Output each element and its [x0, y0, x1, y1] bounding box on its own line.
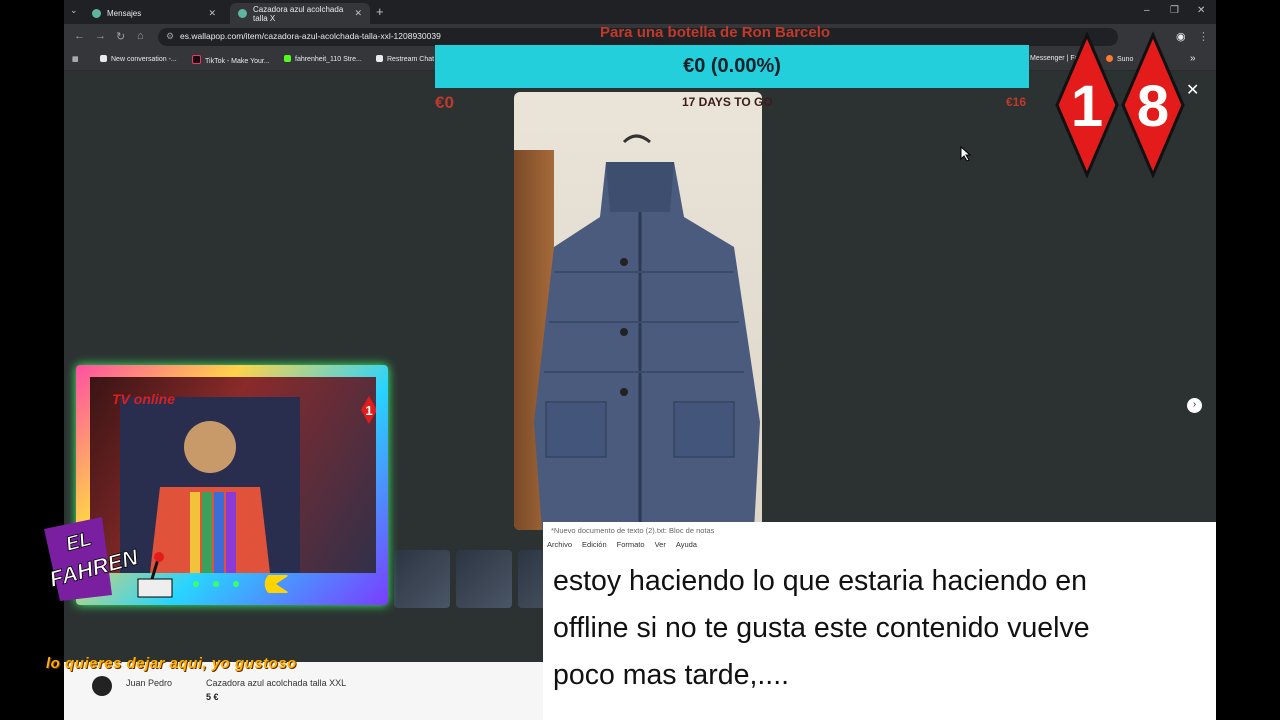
notepad-window: *Nuevo documento de texto (2).txt: Bloc … — [543, 522, 1216, 720]
product-photo — [514, 92, 762, 530]
menu-edicion[interactable]: Edición — [582, 540, 607, 554]
tab-search-icon[interactable]: ⌄ — [70, 5, 78, 16]
notepad-line: poco mas tarde,.... — [553, 659, 790, 691]
goal-days-left: 17 DAYS TO GO — [682, 95, 773, 109]
home-icon[interactable]: ⌂ — [137, 30, 144, 42]
age-18-badge: 1 8 — [1055, 31, 1185, 179]
pacman-strip — [193, 575, 288, 593]
bookmark-label: Restream Chat — [387, 56, 435, 63]
el-fahren-logo: EL FAHREN — [44, 517, 173, 601]
footer-overlay-text: lo quieres dejar aqui, yo gustoso — [46, 655, 297, 672]
tab-bar: ⌄ Mensajes ✕ Cazadora azul acolchada tal… — [64, 0, 1216, 24]
restream-icon — [376, 55, 383, 62]
goal-title: Para una botella de Ron Barcelo — [600, 24, 831, 41]
close-tab-icon[interactable]: ✕ — [354, 8, 362, 19]
notepad-line: estoy haciendo lo que estaria haciendo e… — [553, 565, 1087, 597]
bookmark-item[interactable]: TikTok - Make Your... — [192, 55, 270, 65]
wallapop-favicon-icon — [238, 9, 247, 18]
goal-min: €0 — [435, 93, 454, 112]
age-18-mini-badge: 1 8 — [361, 396, 376, 424]
back-icon[interactable]: ← — [74, 30, 85, 42]
joystick-icon — [137, 578, 173, 598]
kick-icon — [284, 55, 291, 62]
restore-icon[interactable]: ❐ — [1170, 5, 1179, 16]
menu-formato[interactable]: Formato — [617, 540, 645, 554]
tab-label: Cazadora azul acolchada talla X — [253, 4, 344, 23]
mouse-cursor-icon — [960, 146, 972, 162]
tab-cazadora[interactable]: Cazadora azul acolchada talla X ✕ — [230, 3, 370, 24]
close-window-icon[interactable]: ✕ — [1197, 5, 1205, 16]
wallapop-favicon-icon — [92, 9, 101, 18]
more-bookmarks-icon[interactable]: » — [1190, 53, 1196, 64]
notepad-line: offline si no te gusta este contenido vu… — [553, 612, 1090, 644]
new-tab-button[interactable]: + — [376, 4, 384, 19]
goal-progress-bar: €0 (0.00%) — [435, 45, 1029, 88]
mini-age-digit-1: 1 — [365, 403, 372, 418]
menu-ayuda[interactable]: Ayuda — [676, 540, 697, 554]
jacket-image — [534, 134, 760, 530]
thumbnail[interactable] — [394, 550, 450, 608]
bookmark-label: New conversation -... — [111, 56, 177, 63]
url-text: es.wallapop.com/item/cazadora-azul-acolc… — [180, 31, 441, 41]
chevron-right-icon[interactable]: › — [1187, 398, 1202, 413]
item-title: Cazadora azul acolchada talla XXL — [206, 678, 347, 688]
avatar[interactable] — [92, 676, 112, 696]
forward-icon[interactable]: → — [95, 30, 106, 42]
webcam-label: TV online — [112, 391, 175, 407]
menu-icon[interactable]: ⋮ — [1198, 30, 1209, 43]
site-info-icon[interactable]: ⚙ — [166, 31, 174, 42]
bookmark-item[interactable]: New conversation -... — [100, 55, 177, 63]
bookmark-label: TikTok - Make Your... — [205, 58, 270, 65]
tab-label: Mensajes — [107, 9, 142, 18]
age-digit-2: 8 — [1137, 74, 1169, 139]
notepad-text-area[interactable]: estoy haciendo lo que estaria haciendo e… — [553, 558, 1213, 699]
reload-icon[interactable]: ↻ — [116, 30, 125, 43]
apps-icon[interactable]: ▦ — [72, 55, 79, 63]
close-tab-icon[interactable]: ✕ — [208, 8, 216, 19]
bookmark-label: fahrenheit_110 Stre... — [295, 56, 362, 63]
chat-icon — [100, 55, 107, 62]
notepad-menubar: Archivo Edición Formato Ver Ayuda — [547, 540, 697, 554]
goal-amount: €0 (0.00%) — [683, 55, 781, 77]
thumbnail[interactable] — [456, 550, 512, 608]
seller-name[interactable]: Juan Pedro — [126, 678, 172, 688]
goal-max: €16 — [1006, 95, 1027, 109]
minimize-icon[interactable]: – — [1144, 5, 1150, 16]
tab-mensajes[interactable]: Mensajes ✕ — [84, 3, 224, 24]
pacman-icon — [264, 575, 288, 593]
menu-archivo[interactable]: Archivo — [547, 540, 572, 554]
bookmark-item[interactable]: Restream Chat — [376, 55, 434, 63]
bookmark-item[interactable]: fahrenheit_110 Stre... — [284, 55, 362, 63]
tiktok-icon — [192, 55, 201, 64]
menu-ver[interactable]: Ver — [655, 540, 666, 554]
item-price: 5 € — [206, 692, 219, 702]
age-digit-1: 1 — [1071, 74, 1103, 139]
notepad-title: *Nuevo documento de texto (2).txt: Bloc … — [551, 526, 715, 535]
